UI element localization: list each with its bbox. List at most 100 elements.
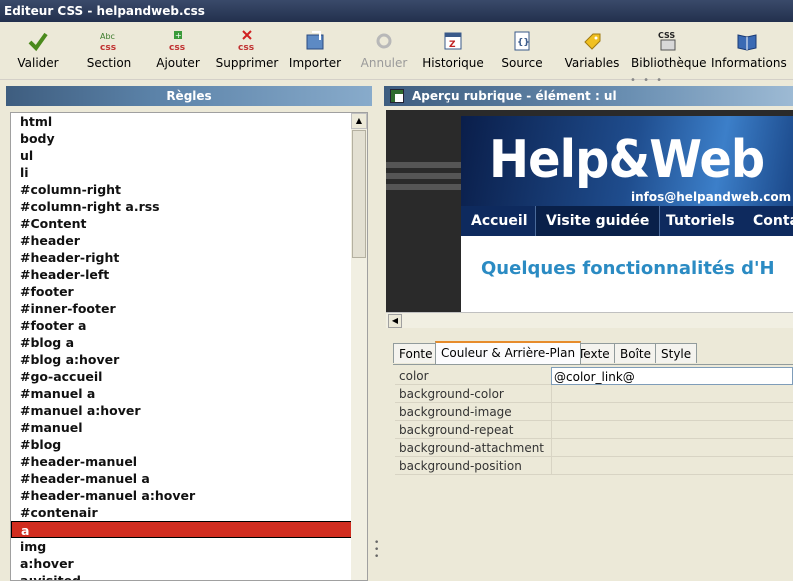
source-button[interactable]: {} Source [498,28,546,76]
rule-item[interactable]: #manuel a:hover [11,402,352,419]
prop-value-input[interactable] [551,385,793,403]
preview-stripes [386,162,461,195]
rule-item[interactable]: html [11,113,352,130]
splitter-grip[interactable]: • • • [374,539,379,562]
site-nav: Accueil Visite guidée Tutoriels Conta [461,206,793,236]
preview-hscrollbar[interactable]: ◀ [386,312,793,328]
rule-item[interactable]: body [11,130,352,147]
svg-text:css: css [100,43,116,52]
prop-row-background-attachment[interactable]: background-attachment [395,439,793,457]
rule-item[interactable]: #blog [11,436,352,453]
nav-item-visite[interactable]: Visite guidée [535,206,661,236]
supprimer-button[interactable]: css Supprimer [214,28,280,76]
informations-button[interactable]: Informations [711,28,787,76]
rule-item[interactable]: li [11,164,352,181]
rules-scrollbar[interactable]: ▲ [351,113,367,580]
preview-panel-header: Aperçu rubrique - élément : ul [384,86,793,106]
tab-fonte[interactable]: Fonte [393,343,439,363]
rule-item[interactable]: #header-right [11,249,352,266]
svg-text:CSS: CSS [658,31,675,40]
toolbar: Valider Abc css Section + css Ajouter css … [0,22,793,86]
rule-item[interactable]: #contenair [11,504,352,521]
book-icon [736,30,758,52]
historique-label: Historique [422,56,484,70]
check-icon [27,30,49,52]
prop-value-input[interactable] [551,439,793,457]
rule-item[interactable]: #header-manuel [11,453,352,470]
svg-text:{}: {} [517,38,530,48]
rule-item[interactable]: #column-right [11,181,352,198]
rule-item[interactable]: #footer [11,283,352,300]
svg-text:css: css [238,43,254,52]
rule-item[interactable]: #blog a:hover [11,351,352,368]
tab-boite[interactable]: Boîte [614,343,657,363]
bibliotheque-label: Bibliothèque [631,56,707,70]
svg-text:Z: Z [449,40,456,50]
scroll-left-icon[interactable]: ◀ [388,314,402,328]
prop-name: background-repeat [399,423,514,437]
prop-value-input[interactable] [551,421,793,439]
rules-panel-header: Règles [6,86,372,106]
rule-item[interactable]: #header-manuel a [11,470,352,487]
variables-button[interactable]: Variables [562,28,622,76]
undo-icon [373,30,395,52]
prop-row-background-color[interactable]: background-color [395,385,793,403]
prop-value-input[interactable] [551,457,793,475]
importer-button[interactable]: Importer [287,28,343,76]
ajouter-button[interactable]: + css Ajouter [152,28,204,76]
import-icon [304,30,326,52]
prop-row-background-repeat[interactable]: background-repeat [395,421,793,439]
rule-item[interactable]: #go-accueil [11,368,352,385]
rule-item[interactable]: #manuel [11,419,352,436]
rule-item[interactable]: a [11,521,352,538]
bibliotheque-button[interactable]: CSS Bibliothèque [631,28,707,76]
prop-value-input[interactable] [551,403,793,421]
rule-item[interactable]: #column-right a.rss [11,198,352,215]
rule-item[interactable]: a:visited [11,572,352,580]
rule-item[interactable]: img [11,538,352,555]
prop-row-color[interactable]: color @color_link@ [395,367,793,385]
annuler-button[interactable]: Annuler [358,28,410,76]
nav-item-tutoriels[interactable]: Tutoriels [656,206,745,236]
rule-item[interactable]: #header-left [11,266,352,283]
ajouter-label: Ajouter [156,56,200,70]
rule-item[interactable]: #Content [11,215,352,232]
rule-item[interactable]: #manuel a [11,385,352,402]
prop-row-background-image[interactable]: background-image [395,403,793,421]
source-label: Source [501,56,543,70]
variables-label: Variables [564,56,620,70]
rule-item[interactable]: #inner-footer [11,300,352,317]
css-section-icon: Abc css [98,30,120,53]
scroll-up-icon[interactable]: ▲ [351,113,367,129]
tab-style[interactable]: Style [655,343,698,363]
valider-button[interactable]: Valider [12,28,64,76]
section-label: Section [86,56,132,70]
rule-item[interactable]: #header [11,232,352,249]
rule-item[interactable]: ul [11,147,352,164]
valider-label: Valider [17,56,59,70]
rules-list[interactable]: html body ul li #column-right #column-right a… [10,112,368,581]
site-heading: Quelques fonctionnalités d'H [481,258,775,279]
prop-row-background-position[interactable]: background-position [395,457,793,475]
nav-item-accueil[interactable]: Accueil [461,206,538,236]
scroll-thumb[interactable] [352,130,366,258]
informations-label: Informations [711,56,787,70]
rule-item[interactable]: #footer a [11,317,352,334]
source-icon: {} [511,30,533,52]
prop-name: color [399,369,429,383]
historique-button[interactable]: Z Historique [422,28,484,76]
site-email: infos@helpandweb.com [631,190,792,204]
section-button[interactable]: Abc css Section [82,28,136,76]
nav-item-contact[interactable]: Conta [743,206,793,236]
css-delete-icon: css [236,30,258,53]
rule-item[interactable]: #blog a [11,334,352,351]
toolbar-grip[interactable]: • • • [630,75,664,86]
tab-couleur-arriere-plan[interactable]: Couleur & Arrière-Plan [435,341,582,364]
rule-item[interactable]: a:hover [11,555,352,572]
prop-value-input[interactable]: @color_link@ [551,367,793,385]
annuler-label: Annuler [360,56,408,70]
site-content: Quelques fonctionnalités d'H [461,236,793,312]
history-icon: Z [442,30,464,52]
preview-panel-title: Aperçu rubrique - élément : ul [412,89,617,103]
rule-item[interactable]: #header-manuel a:hover [11,487,352,504]
